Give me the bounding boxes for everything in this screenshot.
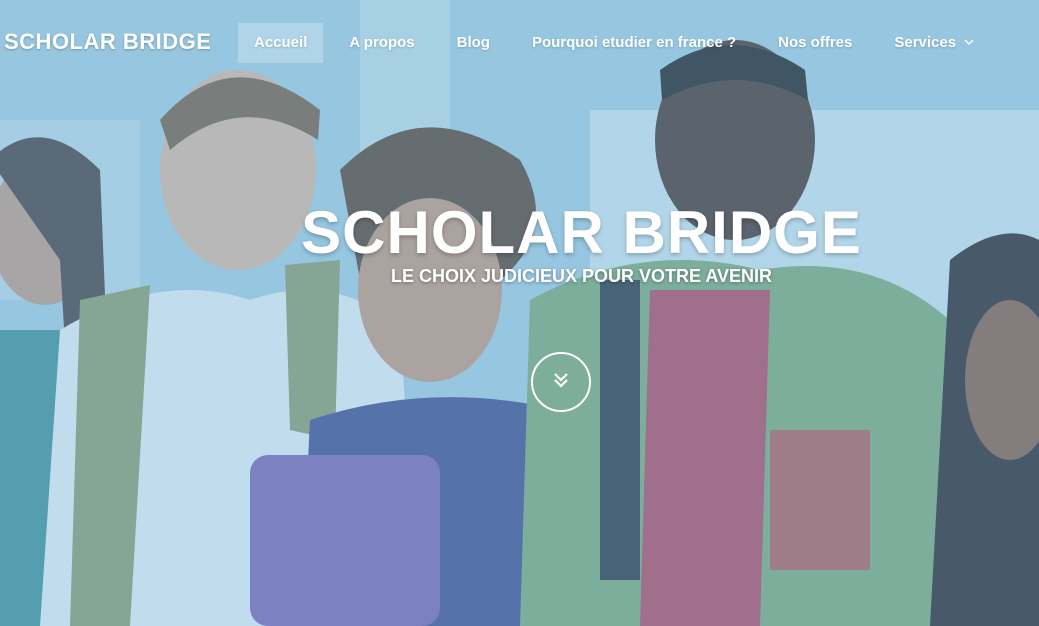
chevron-down-icon [964, 23, 974, 63]
hero-color-overlay [0, 0, 1039, 626]
nav-item-a-propos[interactable]: A propos [333, 23, 430, 63]
nav-item-label: Nos offres [778, 34, 853, 51]
brand-logo[interactable]: SCHOLAR BRIDGE [4, 29, 211, 55]
scroll-down-button[interactable] [531, 352, 591, 412]
nav-item-blog[interactable]: Blog [441, 23, 506, 63]
double-chevron-down-icon [551, 370, 571, 395]
nav-item-pourquoi-etudier[interactable]: Pourquoi etudier en france ? [516, 23, 752, 63]
hero-title: SCHOLAR BRIDGE [301, 199, 862, 266]
hero-subtitle: LE CHOIX JUDICIEUX POUR VOTRE AVENIR [390, 266, 773, 286]
nav-item-label: Blog [456, 34, 490, 51]
nav-item-label: Pourquoi etudier en france ? [531, 34, 737, 51]
hero-section: SCHOLAR BRIDGE Accueil A propos Blog Pou… [0, 0, 1039, 626]
nav-item-label: Services [894, 34, 957, 51]
nav-item-label: Accueil [254, 34, 308, 51]
nav-item-accueil[interactable]: Accueil [238, 23, 324, 63]
nav-item-nos-offres[interactable]: Nos offres [762, 23, 868, 63]
nav-item-label: A propos [349, 34, 415, 51]
main-nav: Accueil A propos Blog Pourquoi etudier e… [238, 23, 1019, 63]
navbar: SCHOLAR BRIDGE Accueil A propos Blog Pou… [0, 0, 1039, 86]
nav-item-services[interactable]: Services [878, 23, 990, 63]
